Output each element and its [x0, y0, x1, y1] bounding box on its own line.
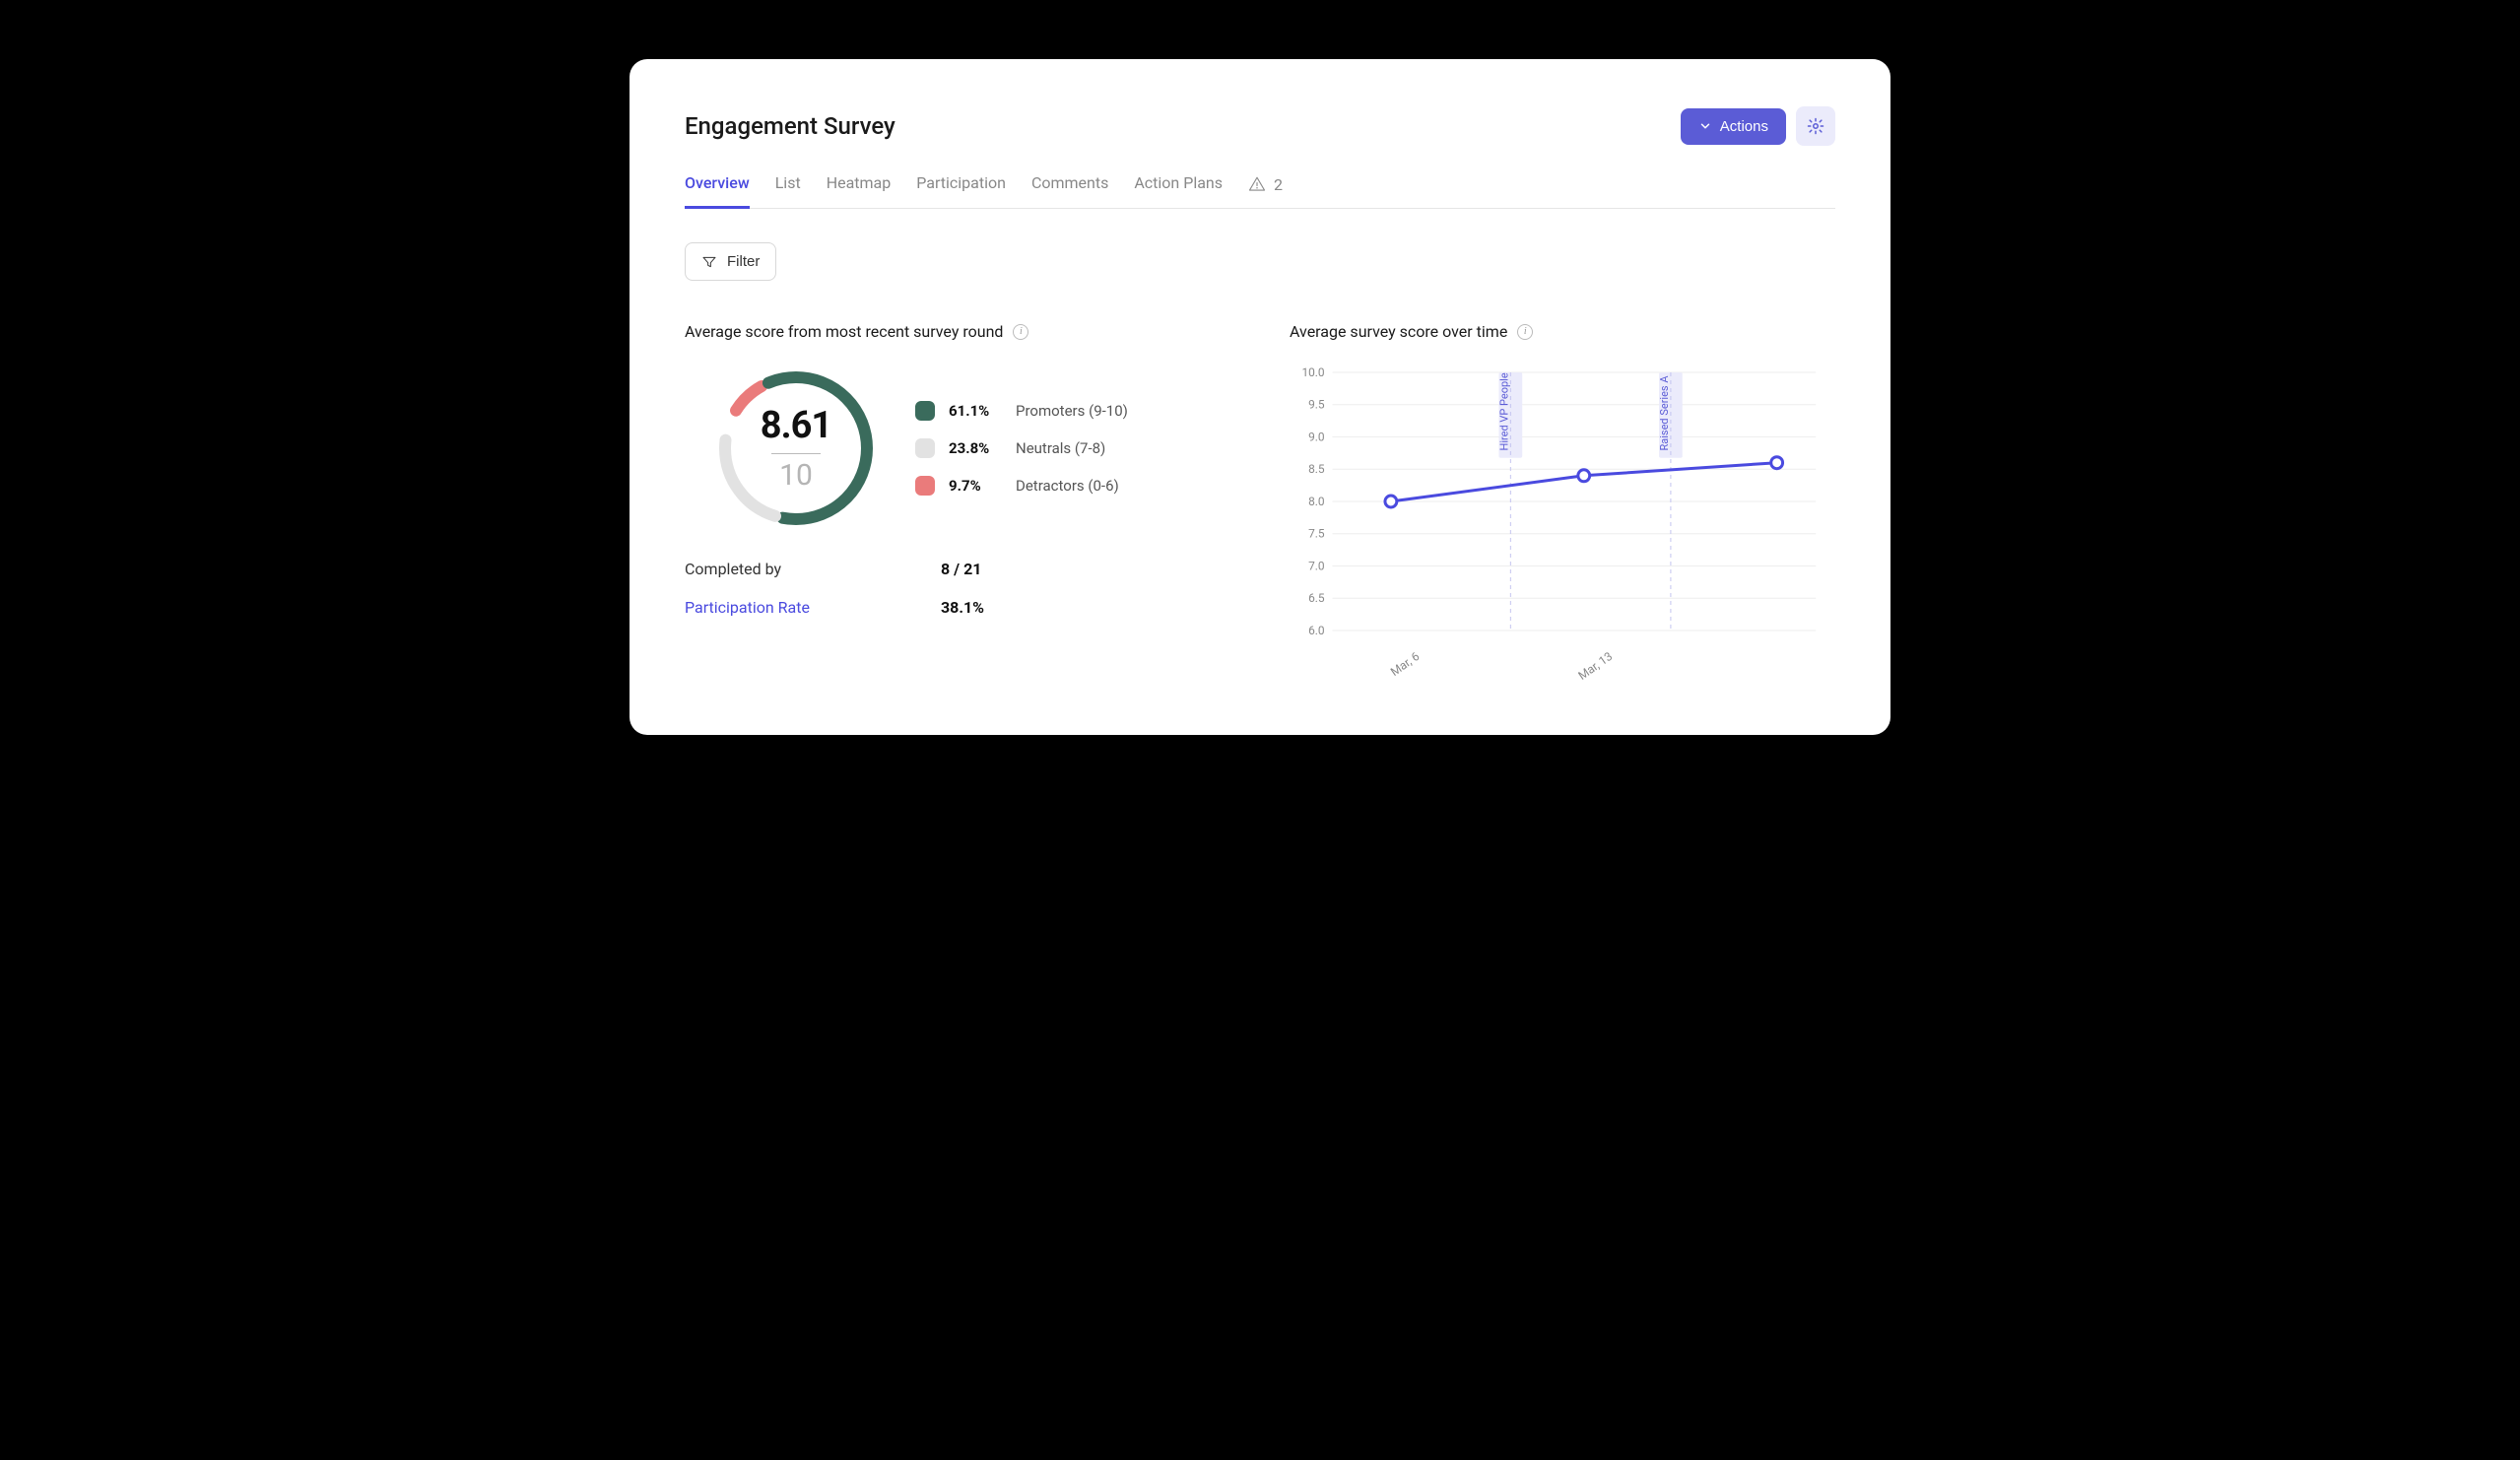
svg-text:8.0: 8.0 [1308, 495, 1325, 508]
svg-text:Mar, 13: Mar, 13 [1575, 649, 1615, 680]
actions-button[interactable]: Actions [1681, 108, 1786, 145]
tab-action-plans[interactable]: Action Plans [1134, 173, 1223, 209]
score-panel-title-text: Average score from most recent survey ro… [685, 322, 1003, 341]
info-icon[interactable]: i [1517, 324, 1533, 340]
filter-button[interactable]: Filter [685, 242, 776, 281]
warning-icon [1248, 175, 1266, 193]
stat-completed: Completed by 8 / 21 [685, 560, 1230, 578]
tab-list[interactable]: List [775, 173, 801, 209]
svg-text:7.5: 7.5 [1308, 527, 1325, 541]
promoters-chip [915, 401, 935, 421]
filter-label: Filter [727, 253, 760, 270]
dashboard-card: Engagement Survey Actions Overview List … [630, 59, 1890, 735]
promoters-pct: 61.1% [949, 402, 1002, 420]
svg-text:7.0: 7.0 [1308, 559, 1325, 572]
score-row: 8.61 10 61.1% Promoters (9-10) 23.8% N [712, 365, 1230, 532]
settings-button[interactable] [1796, 106, 1835, 146]
detractors-label: Detractors (0-6) [1016, 477, 1119, 495]
gear-icon [1807, 117, 1824, 135]
svg-text:6.0: 6.0 [1308, 624, 1325, 637]
neutrals-label: Neutrals (7-8) [1016, 439, 1105, 457]
neutrals-pct: 23.8% [949, 439, 1002, 457]
svg-text:8.5: 8.5 [1308, 462, 1325, 476]
breakdown-detractors: 9.7% Detractors (0-6) [915, 476, 1128, 496]
score-denominator: 10 [779, 458, 813, 493]
neutrals-chip [915, 438, 935, 458]
info-icon[interactable]: i [1013, 324, 1028, 340]
score-divider [771, 453, 821, 454]
svg-text:9.5: 9.5 [1308, 398, 1325, 412]
tabs: Overview List Heatmap Participation Comm… [685, 173, 1835, 209]
participation-value: 38.1% [941, 598, 984, 617]
header: Engagement Survey Actions [685, 106, 1835, 146]
content: Average score from most recent survey ro… [685, 322, 1835, 680]
score-panel-title: Average score from most recent survey ro… [685, 322, 1230, 341]
completed-value: 8 / 21 [941, 560, 981, 578]
tab-participation[interactable]: Participation [916, 173, 1006, 209]
stats: Completed by 8 / 21 Participation Rate 3… [685, 560, 1230, 617]
trend-panel: Average survey score over time i 10.0 9.5… [1290, 322, 1835, 680]
actions-label: Actions [1720, 118, 1768, 135]
tab-comments[interactable]: Comments [1031, 173, 1108, 209]
donut-center: 8.61 10 [712, 365, 880, 532]
score-breakdown: 61.1% Promoters (9-10) 23.8% Neutrals (7… [915, 401, 1128, 496]
detractors-chip [915, 476, 935, 496]
detractors-pct: 9.7% [949, 477, 1002, 495]
breakdown-neutrals: 23.8% Neutrals (7-8) [915, 438, 1128, 458]
header-actions: Actions [1681, 106, 1835, 146]
completed-label: Completed by [685, 560, 941, 578]
score-panel: Average score from most recent survey ro… [685, 322, 1230, 680]
line-chart: 10.0 9.5 9.0 8.5 8.0 7.5 7.0 6.5 6.0 Hired VP Peo… [1290, 365, 1835, 680]
participation-rate-link[interactable]: Participation Rate [685, 598, 941, 617]
breakdown-promoters: 61.1% Promoters (9-10) [915, 401, 1128, 421]
tab-overview[interactable]: Overview [685, 173, 750, 209]
stat-participation: Participation Rate 38.1% [685, 598, 1230, 617]
tab-warning-indicator[interactable]: 2 [1248, 175, 1283, 208]
warning-count: 2 [1274, 175, 1283, 194]
tab-heatmap[interactable]: Heatmap [827, 173, 892, 209]
trend-panel-title-text: Average survey score over time [1290, 322, 1507, 341]
svg-text:Mar, 6: Mar, 6 [1388, 649, 1422, 679]
svg-text:Hired VP People: Hired VP People [1497, 372, 1510, 450]
chevron-down-icon [1698, 119, 1712, 133]
trend-panel-title: Average survey score over time i [1290, 322, 1835, 341]
svg-text:10.0: 10.0 [1301, 365, 1324, 379]
svg-text:6.5: 6.5 [1308, 591, 1325, 605]
svg-text:Raised Series A: Raised Series A [1658, 375, 1671, 450]
score-value: 8.61 [761, 404, 831, 447]
filter-icon [701, 254, 717, 270]
promoters-label: Promoters (9-10) [1016, 402, 1128, 420]
donut-chart: 8.61 10 [712, 365, 880, 532]
svg-text:9.0: 9.0 [1308, 430, 1325, 443]
page-title: Engagement Survey [685, 112, 895, 140]
